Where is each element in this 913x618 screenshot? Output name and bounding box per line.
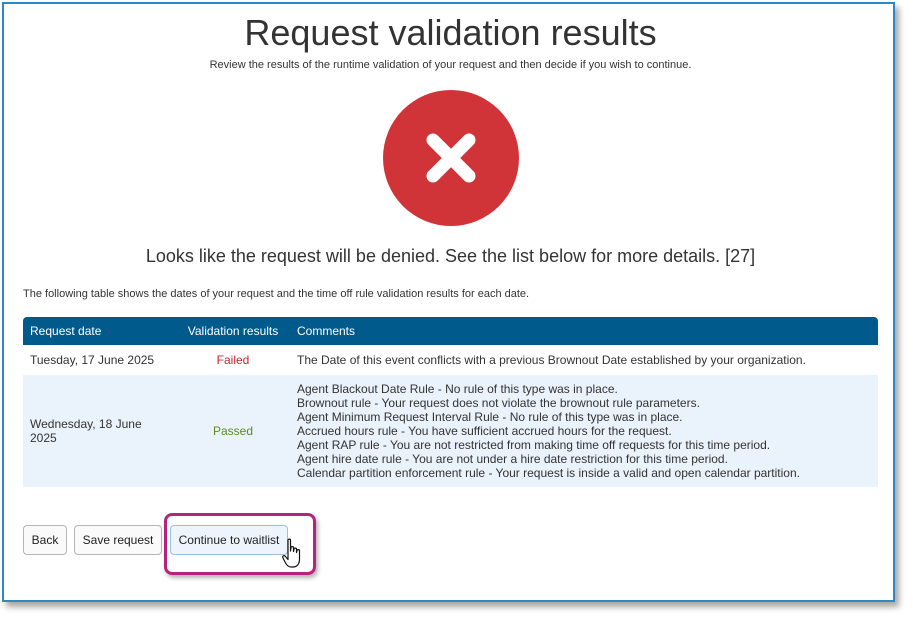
table-row: Wednesday, 18 June 2025 Passed Agent Bla… — [23, 375, 878, 487]
request-date-cell: Wednesday, 18 June 2025 — [30, 417, 142, 445]
header-validation-results: Validation results — [187, 324, 279, 338]
comments-cell: Agent Blackout Date Rule - No rule of th… — [290, 375, 878, 487]
comment-line: Accrued hours rule - You have sufficient… — [297, 424, 672, 438]
save-request-button[interactable]: Save request — [74, 525, 162, 555]
validation-results-table: Request date Validation results Comments… — [23, 317, 878, 487]
validation-result-failed: Failed — [216, 353, 250, 367]
denial-message: Looks like the request will be denied. S… — [145, 246, 756, 266]
back-button[interactable]: Back — [23, 525, 67, 555]
page-frame: Request validation results Review the re… — [2, 2, 895, 602]
comments-cell: The Date of this event conflicts with a … — [290, 345, 878, 375]
error-x-icon — [383, 90, 519, 226]
comment-line: Brownout rule - Your request does not vi… — [297, 396, 700, 410]
comment-line: Agent hire date rule - You are not under… — [297, 452, 728, 466]
validation-result-passed: Passed — [212, 424, 254, 438]
table-intro: The following table shows the dates of y… — [23, 288, 530, 300]
page-subtitle: Review the results of the runtime valida… — [209, 59, 692, 71]
table-header-row: Request date Validation results Comments — [23, 317, 878, 345]
request-date-cell: Tuesday, 17 June 2025 — [30, 353, 155, 367]
comment-line: Agent RAP rule - You are not restricted … — [297, 438, 771, 452]
continue-to-waitlist-button[interactable]: Continue to waitlist — [170, 525, 288, 555]
comment-line: Agent Minimum Request Interval Rule - No… — [297, 410, 683, 424]
comment-line: Agent Blackout Date Rule - No rule of th… — [297, 382, 618, 396]
comment-line: The Date of this event conflicts with a … — [297, 353, 806, 367]
table-row: Tuesday, 17 June 2025 Failed The Date of… — [23, 345, 878, 375]
header-request-date: Request date — [30, 324, 102, 338]
comment-line: Calendar partition enforcement rule - Yo… — [297, 466, 800, 480]
page-title: Request validation results — [244, 12, 657, 53]
hand-pointer-icon — [282, 538, 301, 568]
header-comments: Comments — [297, 324, 356, 338]
